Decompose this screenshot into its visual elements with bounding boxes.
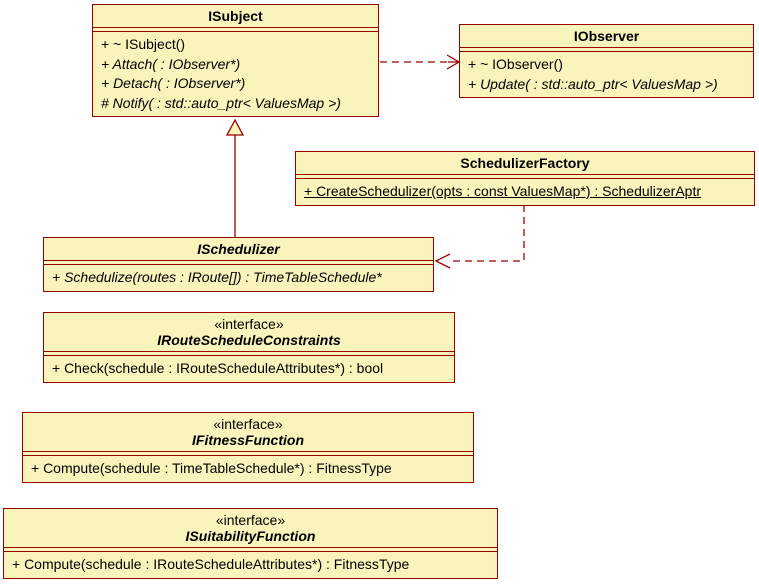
- op-check: + Check(schedule : IRouteScheduleAttribu…: [52, 359, 446, 379]
- class-name: ISchedulizer: [44, 238, 433, 261]
- class-ops: + ~ IObserver() + Update( : std::auto_pt…: [460, 52, 753, 97]
- op-dtor: + ~ IObserver(): [468, 55, 745, 75]
- class-ops: + Schedulize(routes : IRoute[]) : TimeTa…: [44, 265, 433, 291]
- class-schedulizerfactory: SchedulizerFactory + CreateSchedulizer(o…: [295, 151, 755, 206]
- dependency-isubject-iobserver: [380, 55, 459, 69]
- dependency-factory-ischedulizer: [436, 205, 524, 268]
- class-name: IRouteScheduleConstraints: [44, 332, 454, 352]
- class-ops: + CreateSchedulizer(opts : const ValuesM…: [296, 179, 754, 205]
- op-update: + Update( : std::auto_ptr< ValuesMap >): [468, 75, 745, 95]
- class-stereotype: «interface»: [23, 413, 473, 432]
- op-dtor: + ~ ISubject(): [101, 35, 370, 55]
- class-name: ISubject: [93, 5, 378, 28]
- class-irouteconstraints: «interface» IRouteScheduleConstraints + …: [43, 312, 455, 383]
- op-attach: + Attach( : IObserver*): [101, 55, 370, 75]
- op-compute: + Compute(schedule : TimeTableSchedule*)…: [31, 459, 465, 479]
- class-isubject: ISubject + ~ ISubject() + Attach( : IObs…: [92, 4, 379, 117]
- op-schedulize: + Schedulize(routes : IRoute[]) : TimeTa…: [52, 268, 425, 288]
- op-detach: + Detach( : IObserver*): [101, 74, 370, 94]
- class-isuitability: «interface» ISuitabilityFunction + Compu…: [3, 508, 498, 579]
- class-iobserver: IObserver + ~ IObserver() + Update( : st…: [459, 24, 754, 98]
- class-stereotype: «interface»: [4, 509, 497, 528]
- class-ifitness: «interface» IFitnessFunction + Compute(s…: [22, 412, 474, 483]
- class-ops: + ~ ISubject() + Attach( : IObserver*) +…: [93, 32, 378, 116]
- class-ops: + Check(schedule : IRouteScheduleAttribu…: [44, 356, 454, 382]
- op-notify: # Notify( : std::auto_ptr< ValuesMap >): [101, 94, 370, 114]
- uml-diagram: ISubject + ~ ISubject() + Attach( : IObs…: [0, 0, 759, 587]
- class-name: ISuitabilityFunction: [4, 528, 497, 548]
- class-stereotype: «interface»: [44, 313, 454, 332]
- class-name: IObserver: [460, 25, 753, 48]
- op-compute: + Compute(schedule : IRouteScheduleAttri…: [12, 555, 489, 575]
- class-ops: + Compute(schedule : IRouteScheduleAttri…: [4, 552, 497, 578]
- class-name: IFitnessFunction: [23, 432, 473, 452]
- class-name: SchedulizerFactory: [296, 152, 754, 175]
- class-ischedulizer: ISchedulizer + Schedulize(routes : IRout…: [43, 237, 434, 292]
- op-create: + CreateSchedulizer(opts : const ValuesM…: [304, 182, 746, 202]
- generalization-ischedulizer-isubject: [227, 120, 243, 237]
- class-ops: + Compute(schedule : TimeTableSchedule*)…: [23, 456, 473, 482]
